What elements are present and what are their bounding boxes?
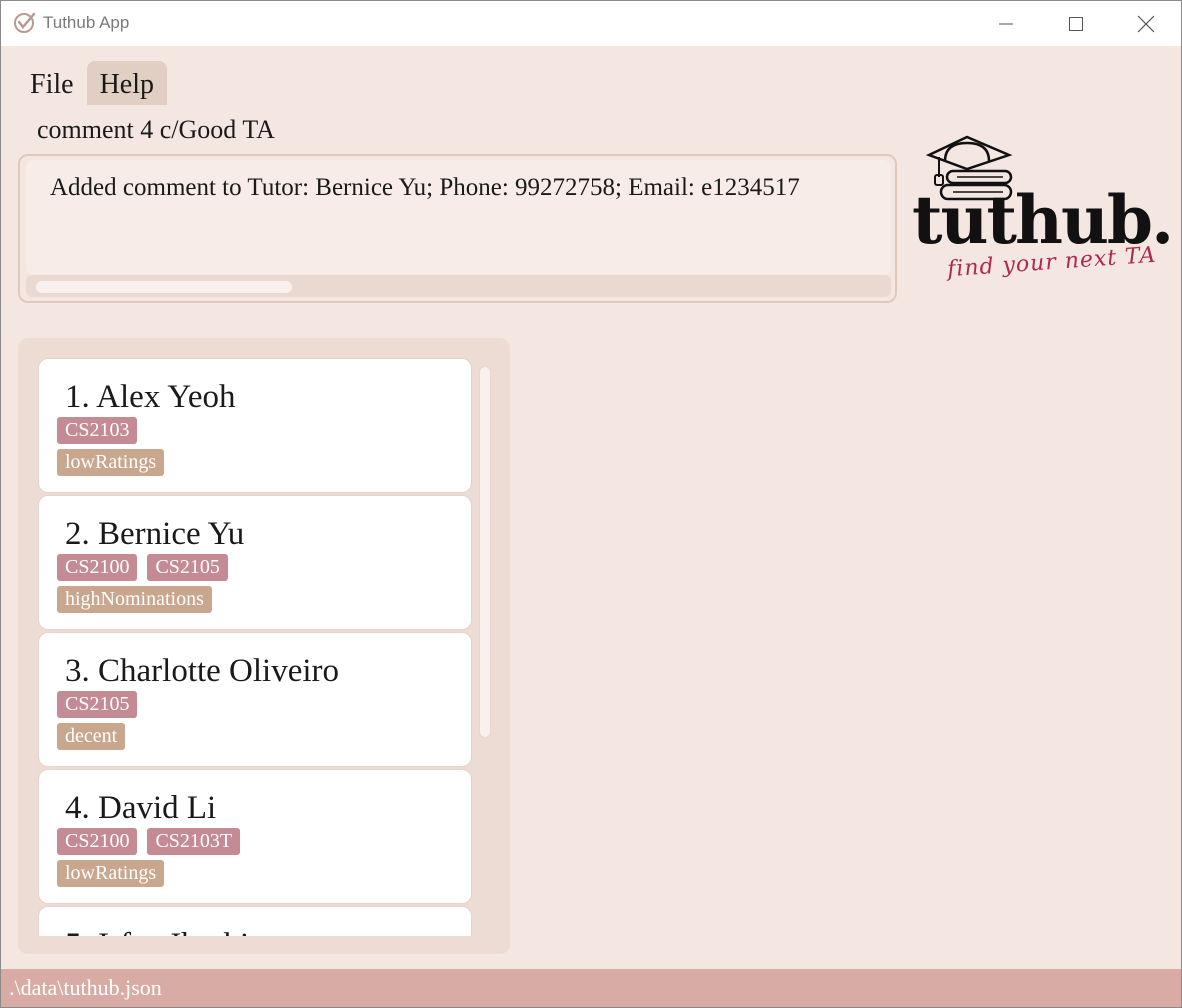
tutor-list[interactable]: 1. Alex Yeoh CS2103 lowRatings 2. Bernice Y… (38, 358, 474, 936)
maximize-button[interactable] (1041, 1, 1111, 46)
tutor-name: 2. Bernice Yu (65, 516, 245, 552)
window-title: Tuthub App (43, 13, 130, 32)
rating-tag: lowRatings (57, 449, 165, 476)
tutor-name: 4. David Li (65, 790, 217, 826)
check-icon (14, 12, 36, 33)
command-input[interactable]: comment 4 c/Good TA (37, 113, 275, 147)
menu-bar: File Help (17, 61, 167, 105)
result-display: Added comment to Tutor: Bernice Yu; Phon… (18, 154, 897, 303)
title-bar[interactable]: Tuthub App (1, 1, 1181, 46)
rating-tag: highNominations (57, 586, 212, 613)
tutor-list-panel: 1. Alex Yeoh CS2103 lowRatings 2. Bernice Y… (18, 338, 510, 954)
tuthub-logo: tuthub. find your next TA (909, 131, 1174, 296)
app-window: Tuthub App File Help comment 4 c/Good TA… (0, 0, 1182, 1008)
menu-help[interactable]: Help (86, 61, 167, 105)
tutor-card[interactable]: 3. Charlotte Oliveiro CS2105 decent (38, 632, 472, 767)
tutor-card[interactable]: 1. Alex Yeoh CS2103 lowRatings (38, 358, 472, 493)
tutor-name: 1. Alex Yeoh (65, 379, 236, 415)
module-tag: CS2100 (57, 554, 138, 581)
module-tag: CS2100 (57, 828, 138, 855)
rating-tags: decent (57, 723, 126, 750)
maximize-icon (1069, 16, 1083, 31)
module-tag: CS2105 (147, 554, 228, 581)
rating-tag: lowRatings (57, 860, 165, 887)
rating-tags: lowRatings (57, 449, 165, 476)
module-tags: CS2100 CS2103T (57, 828, 241, 855)
result-message: Added comment to Tutor: Bernice Yu; Phon… (50, 174, 800, 201)
module-tags: CS2105 (57, 691, 138, 718)
close-button[interactable] (1111, 1, 1181, 46)
module-tags: CS2100 CS2105 (57, 554, 228, 581)
module-tag: CS2103 (57, 417, 138, 444)
tutor-name: 5. Irfan Ibrahim (65, 923, 275, 936)
data-file-path: .\data\tuthub.json (9, 975, 162, 1000)
rating-tags: lowRatings (57, 860, 165, 887)
status-bar: .\data\tuthub.json (1, 969, 1181, 1007)
rating-tags: highNominations (57, 586, 212, 613)
vertical-scrollbar[interactable] (479, 366, 491, 738)
tutor-card[interactable]: 4. David Li CS2100 CS2103T lowRatings (38, 769, 472, 904)
logo-wordmark: tuthub. (912, 181, 1174, 259)
tutor-name: 3. Charlotte Oliveiro (65, 653, 340, 689)
rating-tag: decent (57, 723, 126, 750)
horizontal-scrollbar[interactable] (26, 275, 891, 297)
scrollbar-thumb[interactable] (36, 281, 292, 293)
tutor-card[interactable]: 2. Bernice Yu CS2100 CS2105 highNominations (38, 495, 472, 630)
menu-file[interactable]: File (17, 61, 87, 105)
close-icon (1137, 15, 1155, 32)
minimize-button[interactable] (971, 1, 1041, 46)
module-tag: CS2105 (57, 691, 138, 718)
tutor-card[interactable]: 5. Irfan Ibrahim (38, 906, 472, 936)
result-text-area[interactable]: Added comment to Tutor: Bernice Yu; Phon… (26, 160, 891, 275)
minimize-icon (999, 23, 1013, 24)
module-tags: CS2103 (57, 417, 138, 444)
module-tag: CS2103T (147, 828, 241, 855)
